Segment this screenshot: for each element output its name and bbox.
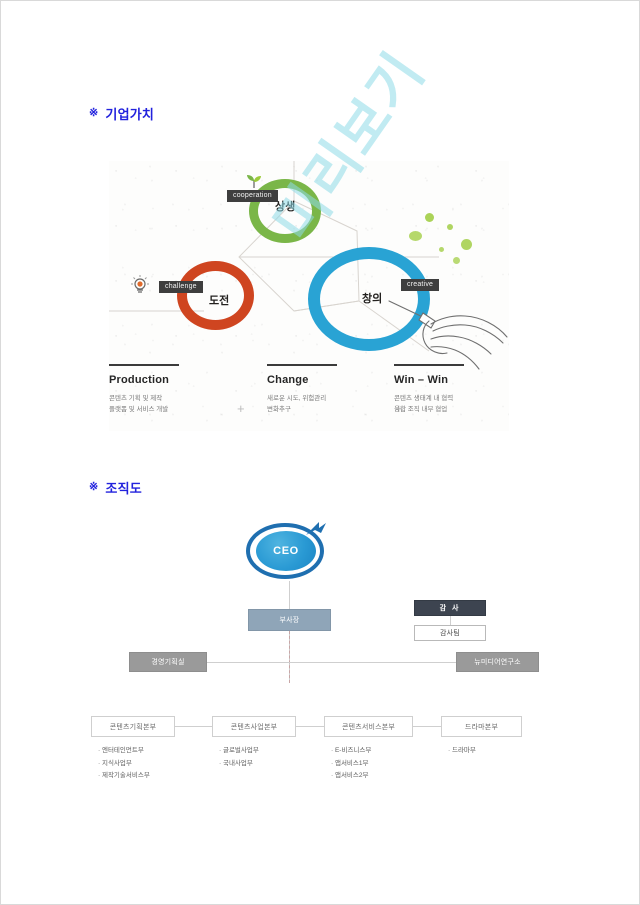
caption-description: 새로운 시도, 위험관리 변화추구: [267, 395, 327, 414]
caption-rule: [267, 364, 337, 366]
label-cooperation: 상생: [275, 201, 296, 213]
value-caption-columns: Production 콘텐츠 기획 및 제작 플랫폼 및 서비스 개발 + Ch…: [109, 364, 509, 434]
org-node-management-planning: 경영기획실: [129, 652, 207, 672]
org-node-audit-team: 감사팀: [414, 625, 486, 641]
tag-cooperation: cooperation: [227, 190, 278, 202]
document-page: ※ 기업가치 cooperation 상생 challenge 도전 creat…: [0, 0, 640, 905]
caption-title: Win – Win: [394, 374, 449, 386]
division-team-list: · 글로벌사업부 · 국내사업부: [219, 747, 259, 767]
connector-staff-row: [199, 662, 463, 663]
ceo-arrow-icon: [306, 522, 326, 535]
connector-audit: [450, 616, 451, 625]
plus-separator-icon: +: [237, 401, 245, 416]
accent-dot: [425, 213, 434, 222]
accent-dot: [447, 224, 453, 230]
sprout-icon: [247, 175, 261, 188]
org-node-division: 콘텐츠사업본부: [212, 716, 296, 737]
division-team-list: · E-비즈니스부 · 앱서비스1부 · 앱서비스2부: [331, 747, 372, 780]
connector-vp-down: [289, 631, 290, 683]
label-creative: 창의: [362, 293, 383, 305]
caption-column: Win – Win 콘텐츠 생태계 내 협력 융합 조직 내부 협업: [394, 364, 512, 416]
lightbulb-icon: [131, 275, 149, 293]
org-node-audit-head: 감 사: [414, 600, 486, 616]
label-challenge: 도전: [209, 295, 230, 307]
connector-ceo-vp: [289, 581, 290, 609]
org-node-division: 드라마본부: [441, 716, 522, 737]
division-team-list: · 드라마부: [448, 747, 476, 754]
caption-rule: [109, 364, 179, 366]
asterisk-icon: ※: [89, 107, 99, 119]
org-node-ceo: CEO: [243, 521, 335, 581]
section-heading-org-chart: ※ 조직도: [89, 478, 142, 497]
organization-chart: CEO 부사장 감 사 감사팀 경영기획실 뉴미디어연구소 콘텐츠기획본부 콘텐…: [81, 521, 551, 811]
accent-dot: [409, 231, 422, 241]
org-node-division: 콘텐츠기획본부: [91, 716, 175, 737]
section-heading-corporate-value: ※ 기업가치: [89, 104, 154, 123]
asterisk-icon: ※: [89, 481, 99, 493]
tag-creative: creative: [401, 279, 440, 291]
accent-dot: [453, 257, 460, 264]
caption-description: 콘텐츠 생태계 내 협력 융합 조직 내부 협업: [394, 395, 454, 414]
org-node-newmedia-lab: 뉴미디어연구소: [456, 652, 539, 672]
caption-column: Production 콘텐츠 기획 및 제작 플랫폼 및 서비스 개발: [109, 364, 227, 416]
org-node-vice-president: 부사장: [248, 609, 331, 631]
caption-title: Change: [267, 374, 309, 386]
caption-description: 콘텐츠 기획 및 제작 플랫폼 및 서비스 개발: [109, 395, 169, 414]
org-node-division: 콘텐츠서비스본부: [324, 716, 413, 737]
caption-column: Change 새로운 시도, 위험관리 변화추구: [267, 364, 385, 416]
accent-dot: [439, 247, 444, 252]
caption-title: Production: [109, 374, 170, 386]
division-team-list: · 엔터테인먼트부 · 지식사업부 · 제작기술서비스부: [98, 747, 150, 780]
caption-rule: [394, 364, 464, 366]
accent-dot: [461, 239, 472, 250]
tag-challenge: challenge: [159, 281, 203, 293]
section-title-text: 조직도: [105, 481, 142, 496]
section-title-text: 기업가치: [105, 107, 155, 122]
